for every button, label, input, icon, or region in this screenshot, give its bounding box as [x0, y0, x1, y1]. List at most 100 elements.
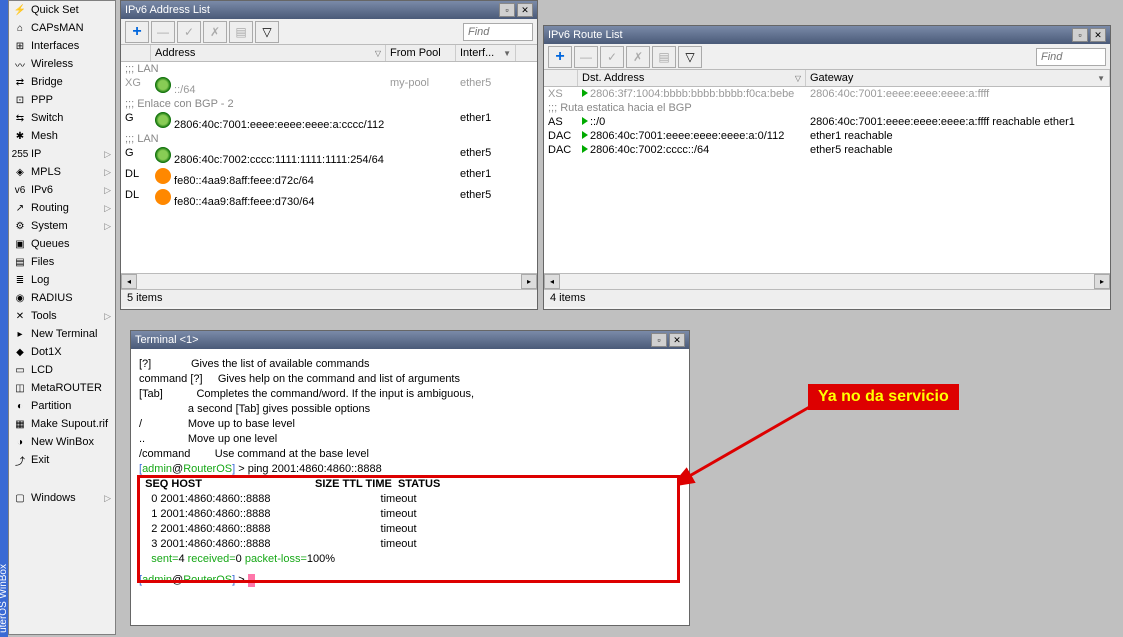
- address-row[interactable]: DL fe80::4aa9:8aff:feee:d730/64ether5: [121, 188, 537, 209]
- comment-button[interactable]: ▤: [652, 46, 676, 68]
- group-comment: ;;; LAN: [121, 132, 537, 146]
- sidebar-item-make-supout.rif[interactable]: ▦Make Supout.rif: [9, 415, 115, 433]
- route-row[interactable]: DAC2806:40c:7002:cccc::/64ether5 reachab…: [544, 143, 1110, 157]
- close-button[interactable]: ✕: [517, 3, 533, 17]
- annotation-label: Ya no da servicio: [808, 384, 959, 410]
- minimize-button[interactable]: ▫: [651, 333, 667, 347]
- col-address[interactable]: Address: [155, 47, 195, 59]
- sidebar-item-queues[interactable]: ▣Queues: [9, 235, 115, 253]
- sidebar-label: Routing: [31, 202, 69, 214]
- filter-button[interactable]: ▽: [678, 46, 702, 68]
- sidebar-item-ip[interactable]: 255IP▷: [9, 145, 115, 163]
- sidebar-item-log[interactable]: ≣Log: [9, 271, 115, 289]
- sidebar-item-radius[interactable]: ◉RADIUS: [9, 289, 115, 307]
- address-row[interactable]: DL fe80::4aa9:8aff:feee:d72c/64ether1: [121, 167, 537, 188]
- sidebar-item-exit[interactable]: ⤴Exit: [9, 451, 115, 469]
- sidebar-label: Bridge: [31, 76, 63, 88]
- find-input[interactable]: [463, 23, 533, 41]
- sidebar-label: Partition: [31, 400, 71, 412]
- sidebar-item-switch[interactable]: ⇆ Switch: [9, 109, 115, 127]
- sidebar-label: Tools: [31, 310, 57, 322]
- sidebar-item-bridge[interactable]: ⇄Bridge: [9, 73, 115, 91]
- menu-icon: 〰: [13, 57, 27, 71]
- route-row[interactable]: DAC2806:40c:7001:eeee:eeee:eeee:a:0/112e…: [544, 129, 1110, 143]
- sidebar-item-windows[interactable]: ▢Windows▷: [9, 489, 115, 507]
- minimize-button[interactable]: ▫: [499, 3, 515, 17]
- menu-icon: ▢: [13, 491, 27, 505]
- menu-icon: ◈: [13, 165, 27, 179]
- route-icon: [582, 89, 588, 97]
- status-bar: 5 items: [121, 289, 537, 307]
- menu-icon: ⌂: [13, 21, 27, 35]
- menu-icon: ⇆: [13, 111, 27, 125]
- col-from-pool[interactable]: From Pool: [390, 47, 441, 59]
- route-icon: [582, 145, 588, 153]
- comment-button[interactable]: ▤: [229, 21, 253, 43]
- sidebar-item-new-winbox[interactable]: ◑ New WinBox: [9, 433, 115, 451]
- sidebar-label: New Terminal: [31, 328, 97, 340]
- chevron-right-icon: ▷: [104, 185, 111, 196]
- sidebar-item-mesh[interactable]: ✱Mesh: [9, 127, 115, 145]
- find-input[interactable]: [1036, 48, 1106, 66]
- menu-icon: ⤴: [13, 453, 27, 467]
- menu-icon: ◑: [13, 435, 27, 449]
- sidebar-label: IP: [31, 148, 41, 160]
- sidebar-item-dot1x[interactable]: ◆Dot1X: [9, 343, 115, 361]
- sidebar-item-ipv6[interactable]: v6IPv6▷: [9, 181, 115, 199]
- address-row[interactable]: G 2806:40c:7001:eeee:eeee:eeee:a:cccc/11…: [121, 111, 537, 132]
- sidebar-label: Make Supout.rif: [31, 418, 108, 430]
- col-dst-address[interactable]: Dst. Address: [582, 72, 644, 84]
- sidebar-label: PPP: [31, 94, 53, 106]
- sidebar-item-ppp[interactable]: ⊡ PPP: [9, 91, 115, 109]
- sidebar-label: Mesh: [31, 130, 58, 142]
- sidebar-item-interfaces[interactable]: ⊞Interfaces: [9, 37, 115, 55]
- close-button[interactable]: ✕: [669, 333, 685, 347]
- remove-button[interactable]: —: [151, 21, 175, 43]
- minimize-button[interactable]: ▫: [1072, 28, 1088, 42]
- add-button[interactable]: +: [548, 46, 572, 68]
- sidebar-label: New WinBox: [31, 436, 94, 448]
- add-button[interactable]: +: [125, 21, 149, 43]
- menu-icon: ◫: [13, 381, 27, 395]
- toolbar: + — ✓ ✗ ▤ ▽: [544, 44, 1110, 70]
- chevron-right-icon: ▷: [104, 203, 111, 214]
- scroll-left[interactable]: ◂: [544, 274, 560, 289]
- sidebar-item-lcd[interactable]: ▭LCD: [9, 361, 115, 379]
- sidebar-item-routing[interactable]: ↗Routing▷: [9, 199, 115, 217]
- col-gateway[interactable]: Gateway: [810, 72, 853, 84]
- enable-button[interactable]: ✓: [177, 21, 201, 43]
- scroll-right[interactable]: ▸: [521, 274, 537, 289]
- menu-icon: ⊡: [13, 93, 27, 107]
- sidebar-item-capsman[interactable]: ⌂CAPsMAN: [9, 19, 115, 37]
- group-comment: ;;; LAN: [121, 62, 537, 76]
- route-row[interactable]: AS::/02806:40c:7001:eeee:eeee:eeee:a:fff…: [544, 115, 1110, 129]
- remove-button[interactable]: —: [574, 46, 598, 68]
- disable-button[interactable]: ✗: [203, 21, 227, 43]
- filter-button[interactable]: ▽: [255, 21, 279, 43]
- address-row[interactable]: XG ::/64my-poolether5: [121, 76, 537, 97]
- window-title: IPv6 Route List: [548, 29, 623, 41]
- scroll-left[interactable]: ◂: [121, 274, 137, 289]
- menu-icon: ◐: [13, 399, 27, 413]
- sidebar-item-files[interactable]: ▤Files: [9, 253, 115, 271]
- menu-icon: ⚡: [13, 3, 27, 17]
- sidebar-item-partition[interactable]: ◐ Partition: [9, 397, 115, 415]
- address-grid: Address▽ From Pool Interf...▼ ;;; LANXG …: [121, 45, 537, 273]
- sidebar-item-new-terminal[interactable]: ▸New Terminal: [9, 325, 115, 343]
- scroll-right[interactable]: ▸: [1094, 274, 1110, 289]
- sidebar: ⚡Quick Set⌂CAPsMAN⊞Interfaces〰Wireless⇄B…: [8, 0, 116, 635]
- sidebar-item-quick-set[interactable]: ⚡Quick Set: [9, 1, 115, 19]
- route-row[interactable]: XS2806:3f7:1004:bbbb:bbbb:bbbb:f0ca:bebe…: [544, 87, 1110, 101]
- close-button[interactable]: ✕: [1090, 28, 1106, 42]
- sidebar-item-mpls[interactable]: ◈MPLS▷: [9, 163, 115, 181]
- col-interface[interactable]: Interf...: [460, 47, 494, 59]
- sidebar-item-wireless[interactable]: 〰Wireless: [9, 55, 115, 73]
- disable-button[interactable]: ✗: [626, 46, 650, 68]
- sidebar-item-metarouter[interactable]: ◫MetaROUTER: [9, 379, 115, 397]
- sidebar-item-system[interactable]: ⚙System▷: [9, 217, 115, 235]
- address-row[interactable]: G 2806:40c:7002:cccc:1111:1111:1111:254/…: [121, 146, 537, 167]
- sidebar-item-tools[interactable]: ✕Tools▷: [9, 307, 115, 325]
- menu-icon: ▭: [13, 363, 27, 377]
- enable-button[interactable]: ✓: [600, 46, 624, 68]
- sidebar-label: Switch: [31, 112, 63, 124]
